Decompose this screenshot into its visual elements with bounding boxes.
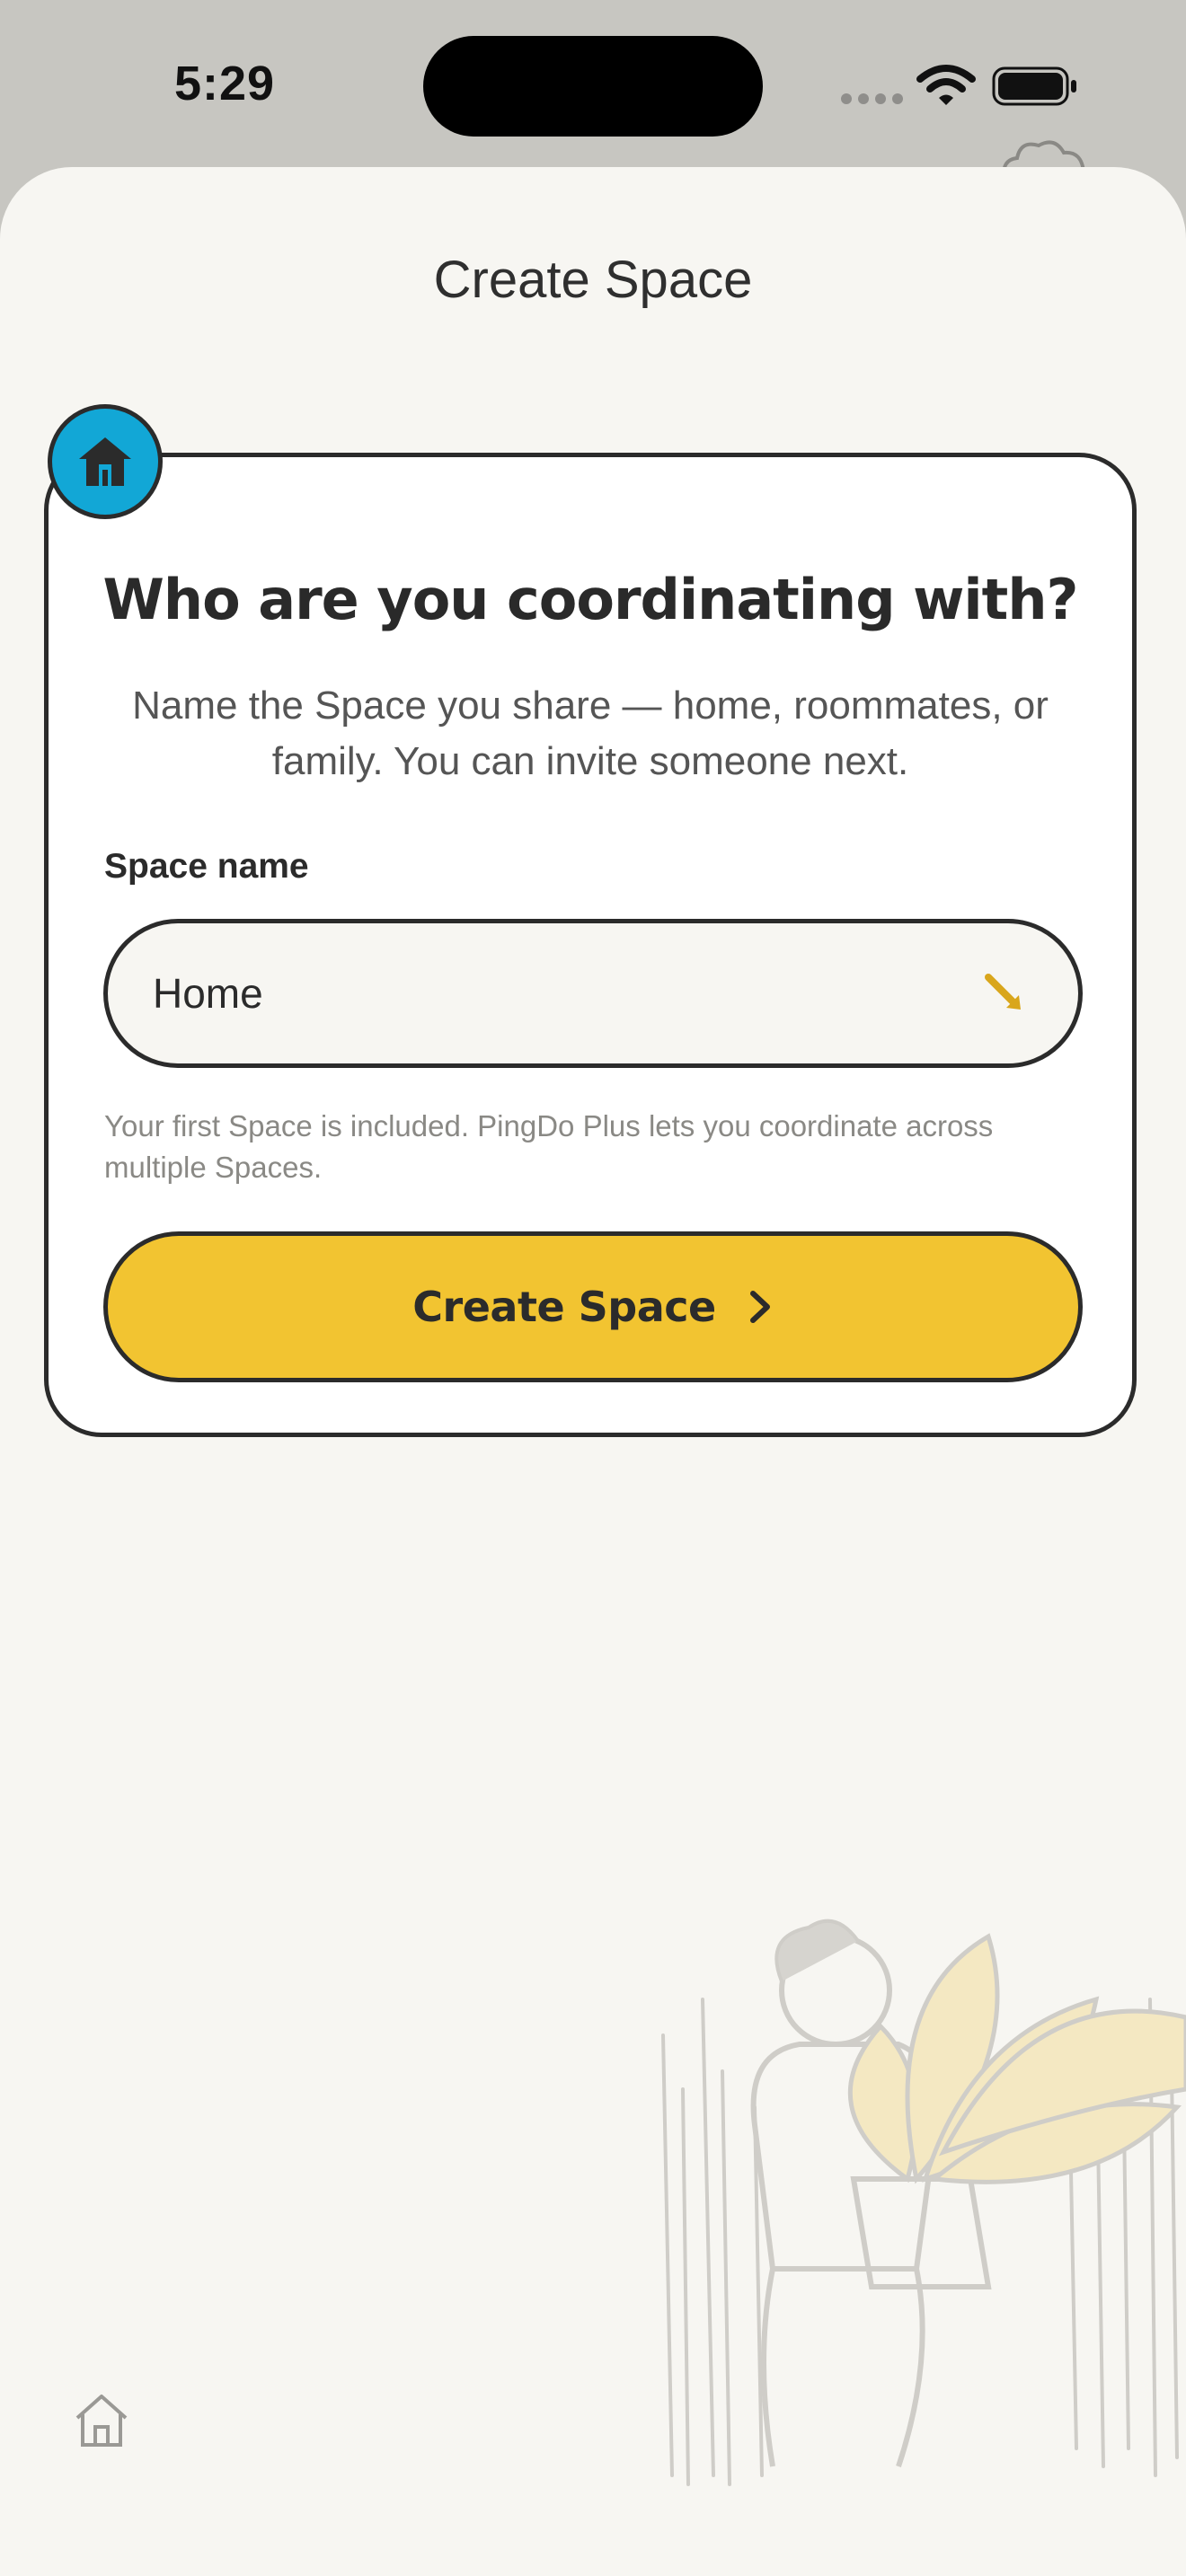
create-space-card: Who are you coordinating with? Name the … — [44, 453, 1137, 1437]
card-subtitle: Name the Space you share — home, roommat… — [132, 684, 1049, 783]
plan-note: Your first Space is included. PingDo Plu… — [104, 1109, 994, 1184]
wifi-icon — [916, 65, 976, 105]
status-time: 5:29 — [174, 57, 276, 110]
house-icon — [79, 437, 131, 486]
create-space-button-label: Create Space — [412, 1283, 716, 1331]
battery-icon — [992, 66, 1076, 106]
chevron-right-icon — [749, 1291, 770, 1323]
create-space-sheet: Create Space Who are you coordinating wi… — [0, 167, 1186, 2576]
space-name-field[interactable] — [103, 919, 1083, 1068]
create-space-button[interactable]: Create Space — [103, 1231, 1083, 1382]
dynamic-island — [423, 36, 763, 137]
house-badge — [48, 404, 163, 519]
signal-icon — [841, 93, 903, 104]
space-name-label: Space name — [104, 847, 309, 886]
space-name-input[interactable] — [153, 923, 961, 1063]
pencil-icon — [985, 974, 1021, 1010]
home-tab-icon[interactable] — [70, 2389, 133, 2452]
card-heading: Who are you coordinating with? — [102, 567, 1079, 632]
page-title: Create Space — [433, 251, 753, 309]
person-with-plant-illustration — [661, 1919, 1186, 2486]
